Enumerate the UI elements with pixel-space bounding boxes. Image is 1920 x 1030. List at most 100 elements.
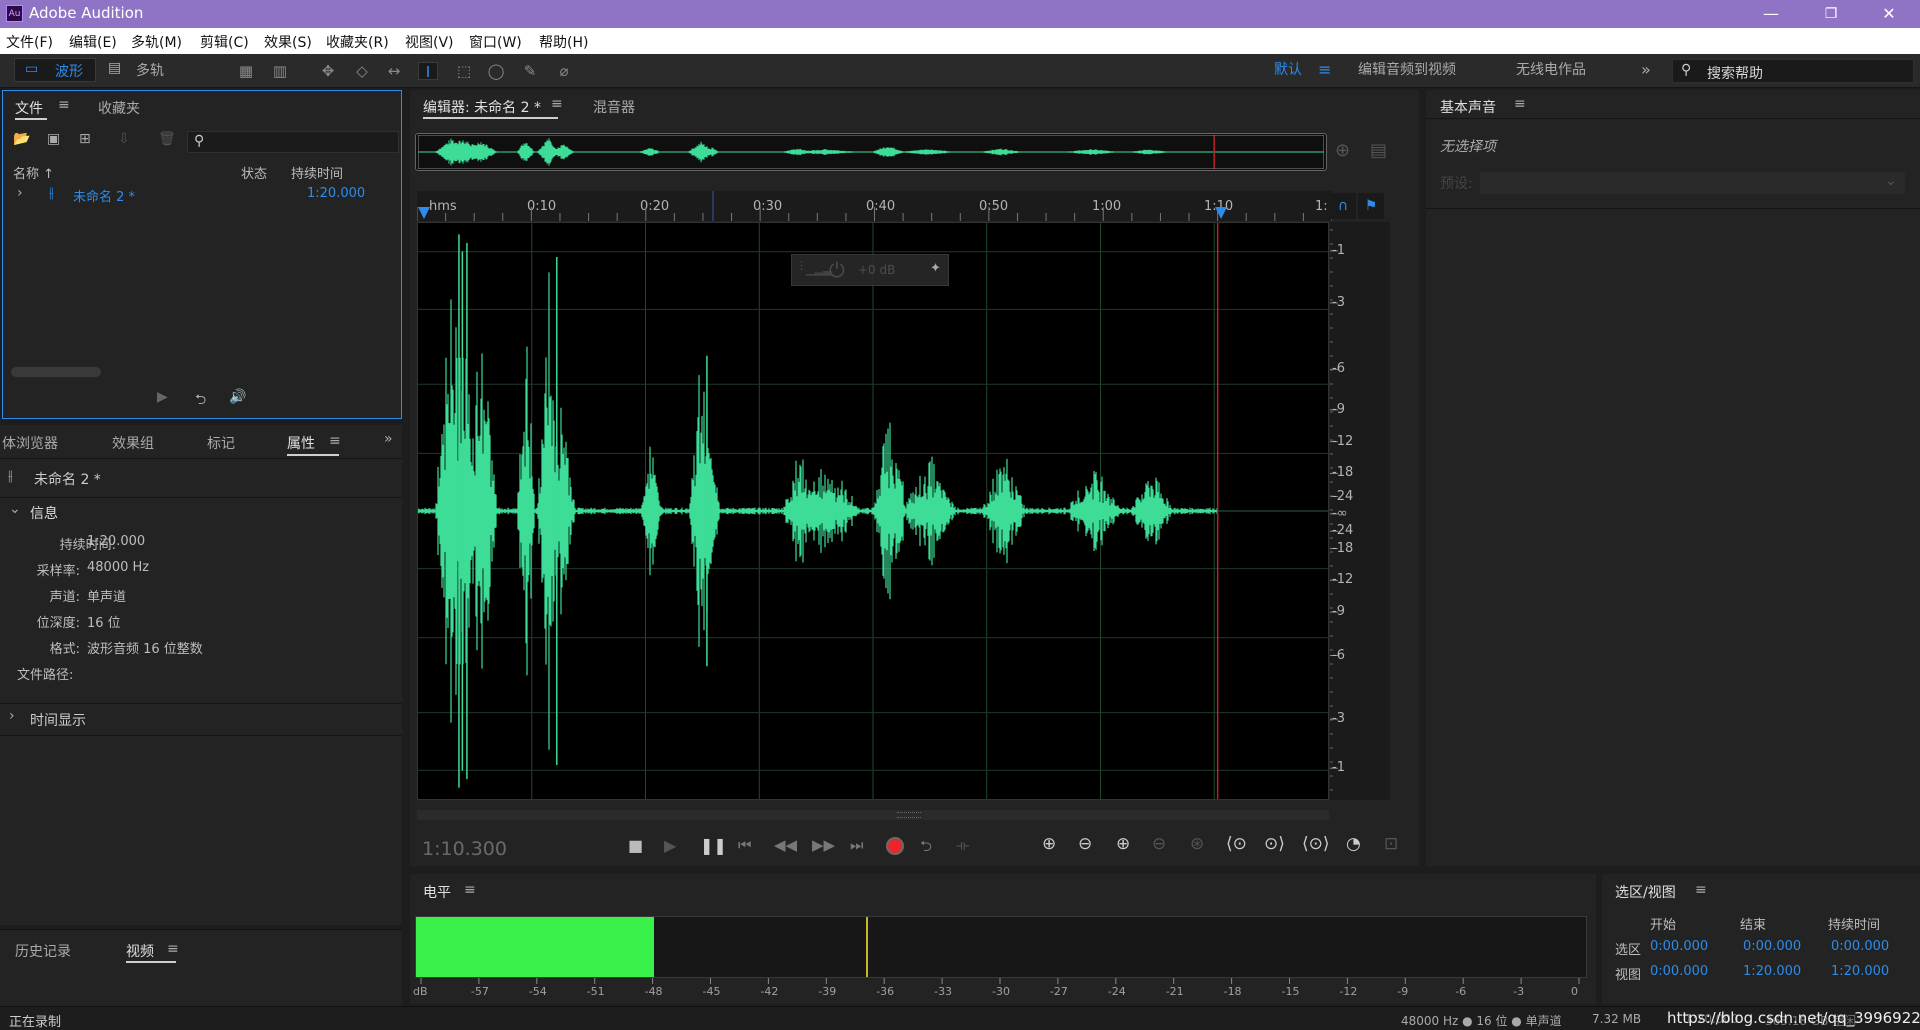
- tab-media-browser[interactable]: 体浏览器: [2, 433, 58, 453]
- more-workspaces-icon[interactable]: »: [1641, 58, 1651, 82]
- delete-icon[interactable]: 🗑: [158, 131, 176, 147]
- menu-multitrack[interactable]: 多轨(M): [131, 32, 182, 52]
- restore-button[interactable]: ❐: [1808, 0, 1854, 28]
- multichannel-icon[interactable]: ▤: [1370, 140, 1387, 161]
- column-status[interactable]: 状态: [241, 163, 267, 182]
- tab-effects-rack[interactable]: 效果组: [112, 433, 154, 453]
- tab-favorites[interactable]: 收藏夹: [98, 98, 140, 118]
- zoom-in-time-icon[interactable]: ⊕: [1116, 834, 1130, 854]
- selection-end[interactable]: 0:00.000: [1743, 939, 1801, 954]
- play-icon[interactable]: ▶: [664, 836, 676, 855]
- view-duration[interactable]: 1:20.000: [1831, 964, 1889, 979]
- tab-markers[interactable]: 标记: [207, 433, 235, 453]
- skip-to-end-icon[interactable]: ⏭: [850, 836, 864, 854]
- skip-to-start-icon[interactable]: ⏮: [738, 836, 752, 854]
- menu-edit[interactable]: 编辑(E): [69, 32, 117, 52]
- time-selection-tool-icon[interactable]: I: [418, 62, 438, 81]
- menu-help[interactable]: 帮助(H): [539, 32, 588, 52]
- selection-start[interactable]: 0:00.000: [1650, 939, 1708, 954]
- zoom-out-full-icon[interactable]: ⊕: [1335, 140, 1350, 161]
- file-row[interactable]: › ⫲ 未命名 2 * 1:20.000: [7, 183, 397, 205]
- zoom-out-amplitude-icon[interactable]: ⊖: [1078, 834, 1092, 854]
- workspace-edit-audio-to-video[interactable]: 编辑音频到视频: [1358, 58, 1456, 82]
- menu-favorites[interactable]: 收藏夹(R): [326, 32, 389, 52]
- open-file-icon[interactable]: 📂: [13, 131, 30, 147]
- menu-effects[interactable]: 效果(S): [264, 32, 312, 52]
- view-start[interactable]: 0:00.000: [1650, 964, 1708, 979]
- view-start-marker[interactable]: [418, 207, 430, 219]
- zoom-in-end-icon[interactable]: ⊙⟩: [1264, 834, 1285, 854]
- insert-into-multitrack-icon[interactable]: ⇩: [118, 131, 130, 147]
- rewind-icon[interactable]: ◀◀: [774, 836, 797, 854]
- column-duration[interactable]: 持续时间: [291, 163, 343, 182]
- video-menu-icon[interactable]: ≡: [167, 941, 179, 957]
- hud-pin-icon[interactable]: ✦: [930, 261, 941, 276]
- info-section-header[interactable]: 信息: [30, 503, 58, 523]
- tab-video[interactable]: 视频: [126, 941, 154, 961]
- stop-icon[interactable]: ■: [628, 836, 643, 855]
- menu-view[interactable]: 视图(V): [405, 32, 454, 52]
- spectral-pitch-icon[interactable]: ▥: [270, 62, 290, 80]
- tab-mixer[interactable]: 混音器: [593, 97, 635, 117]
- brush-tool-icon[interactable]: ✎: [520, 62, 540, 80]
- selection-view-menu-icon[interactable]: ≡: [1695, 882, 1707, 898]
- zoom-in-start-icon[interactable]: ⟨⊙: [1226, 834, 1247, 854]
- expand-chevron-icon[interactable]: ›: [17, 185, 23, 201]
- column-name[interactable]: 名称 ↑: [13, 163, 54, 182]
- spot-healing-icon[interactable]: ⌀: [554, 62, 574, 80]
- skip-selection-icon[interactable]: ⟛: [956, 836, 970, 854]
- workspace-radio-production[interactable]: 无线电作品: [1516, 58, 1586, 82]
- zoom-out-full-icon[interactable]: ⊛: [1190, 834, 1204, 854]
- menu-clip[interactable]: 剪辑(C): [200, 32, 249, 52]
- chevron-right-icon[interactable]: ›: [9, 708, 15, 724]
- tab-files[interactable]: 文件: [15, 98, 43, 118]
- overview-navigator[interactable]: [415, 133, 1327, 171]
- levels-menu-icon[interactable]: ≡: [464, 882, 476, 898]
- essential-sound-menu-icon[interactable]: ≡: [1514, 96, 1526, 112]
- horizontal-zoom-scrollbar[interactable]: [417, 810, 1329, 820]
- panel-overflow-icon[interactable]: »: [384, 431, 393, 447]
- loop-icon[interactable]: ⮌: [920, 836, 932, 861]
- move-tool-icon[interactable]: ✥: [318, 62, 338, 80]
- zoom-to-fit-icon[interactable]: ⊡: [1384, 834, 1398, 854]
- lasso-tool-icon[interactable]: ◯: [486, 62, 506, 80]
- chevron-down-icon[interactable]: ⌄: [9, 501, 21, 517]
- pause-icon[interactable]: ❚❚: [700, 836, 727, 855]
- editor-menu-icon[interactable]: ≡: [551, 96, 563, 112]
- time-ruler[interactable]: hms 0:10 0:20 0:30 0:40 0:50 1:00 1:10 1…: [417, 191, 1332, 221]
- workspace-default[interactable]: 默认: [1274, 58, 1302, 82]
- properties-menu-icon[interactable]: ≡: [329, 433, 341, 449]
- record-button[interactable]: [886, 837, 904, 855]
- zoom-out-time-icon[interactable]: ⊖: [1152, 834, 1166, 854]
- marquee-tool-icon[interactable]: ⬚: [454, 62, 474, 80]
- auto-play-icon[interactable]: 🔊: [229, 389, 246, 405]
- menu-window[interactable]: 窗口(W): [469, 32, 522, 52]
- razor-tool-icon[interactable]: ◇: [352, 62, 372, 80]
- import-file-icon[interactable]: ▣: [47, 131, 60, 147]
- fast-forward-icon[interactable]: ▶▶: [812, 836, 835, 854]
- waveform-view-button[interactable]: ▭ 波形: [14, 58, 96, 82]
- zoom-in-amplitude-icon[interactable]: ⊕: [1042, 834, 1056, 854]
- zoom-reset-icon[interactable]: ◔: [1346, 834, 1361, 854]
- tab-history[interactable]: 历史记录: [15, 941, 71, 961]
- files-scrollbar[interactable]: [11, 367, 101, 377]
- play-preview-icon[interactable]: ▶: [157, 389, 168, 405]
- spectral-frequency-icon[interactable]: ▦: [236, 62, 256, 80]
- essential-sound-title[interactable]: 基本声音: [1440, 97, 1496, 117]
- new-file-icon[interactable]: ⊞: [79, 131, 91, 147]
- minimize-button[interactable]: —: [1748, 0, 1794, 28]
- files-search-input[interactable]: ⚲: [187, 131, 399, 153]
- marker-pin-icon[interactable]: ⚑: [1358, 193, 1384, 219]
- tab-properties[interactable]: 属性: [287, 433, 315, 453]
- slip-tool-icon[interactable]: ↔: [384, 62, 404, 80]
- snap-icon[interactable]: ∩: [1330, 193, 1356, 219]
- menu-file[interactable]: 文件(F): [6, 32, 53, 52]
- loop-preview-icon[interactable]: ⮌: [195, 389, 206, 413]
- waveform-display[interactable]: ⋮ ▁▂▃ ⏻ +0 dB ✦: [417, 222, 1329, 800]
- tab-editor[interactable]: 编辑器: 未命名 2 *: [423, 97, 541, 117]
- preset-dropdown[interactable]: ⌄: [1480, 172, 1905, 194]
- multitrack-view-button[interactable]: ▤ 多轨: [100, 58, 182, 82]
- help-search-field[interactable]: ⚲ 搜索帮助: [1672, 59, 1914, 83]
- zoom-to-selection-icon[interactable]: ⟨⊙⟩: [1302, 834, 1330, 854]
- current-time[interactable]: 1:10.300: [422, 838, 507, 860]
